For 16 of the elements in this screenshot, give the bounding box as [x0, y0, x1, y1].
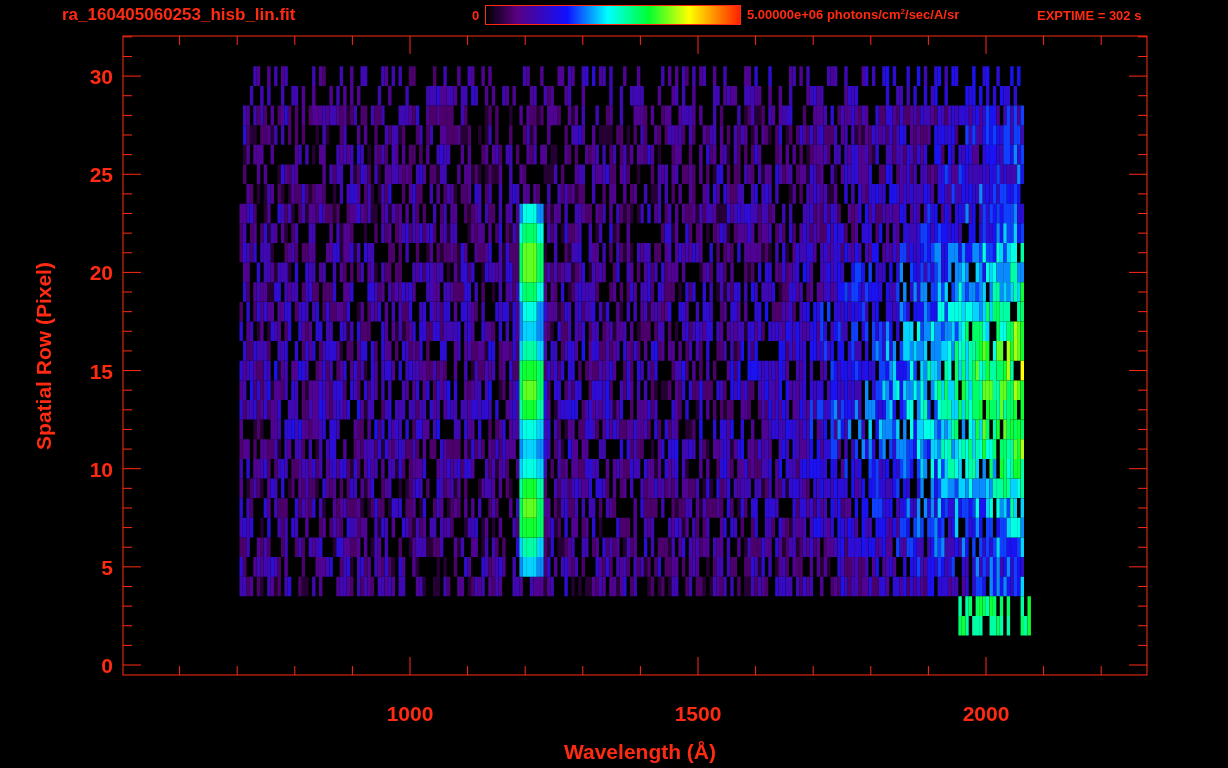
- y-tick-label: 30: [89, 65, 113, 89]
- x-tick-label: 1000: [386, 702, 434, 725]
- x-tick-label: 2000: [962, 702, 1010, 725]
- y-tick-label: 10: [89, 457, 113, 481]
- exposure-time: EXPTIME = 302 s: [1037, 7, 1142, 23]
- y-tick-label: 20: [89, 261, 113, 285]
- y-tick-label: 25: [89, 163, 113, 187]
- x-tick-label: 1500: [674, 702, 722, 725]
- colorbar-max-label: 5.00000e+06 photons/cm$^{2}$/sec/A/sr: [747, 7, 961, 23]
- y-tick-label: 0: [101, 654, 113, 677]
- file-title: ra_160405060253_hisb_lin.fit: [62, 5, 297, 25]
- y-tick-label: 15: [89, 359, 113, 383]
- y-tick-label: 5: [101, 555, 113, 579]
- colorbar-min-label: 0: [472, 7, 481, 23]
- x-axis-title: Wavelength (Å): [563, 740, 717, 763]
- y-axis-title: Spatial Row (Pixel): [32, 262, 55, 450]
